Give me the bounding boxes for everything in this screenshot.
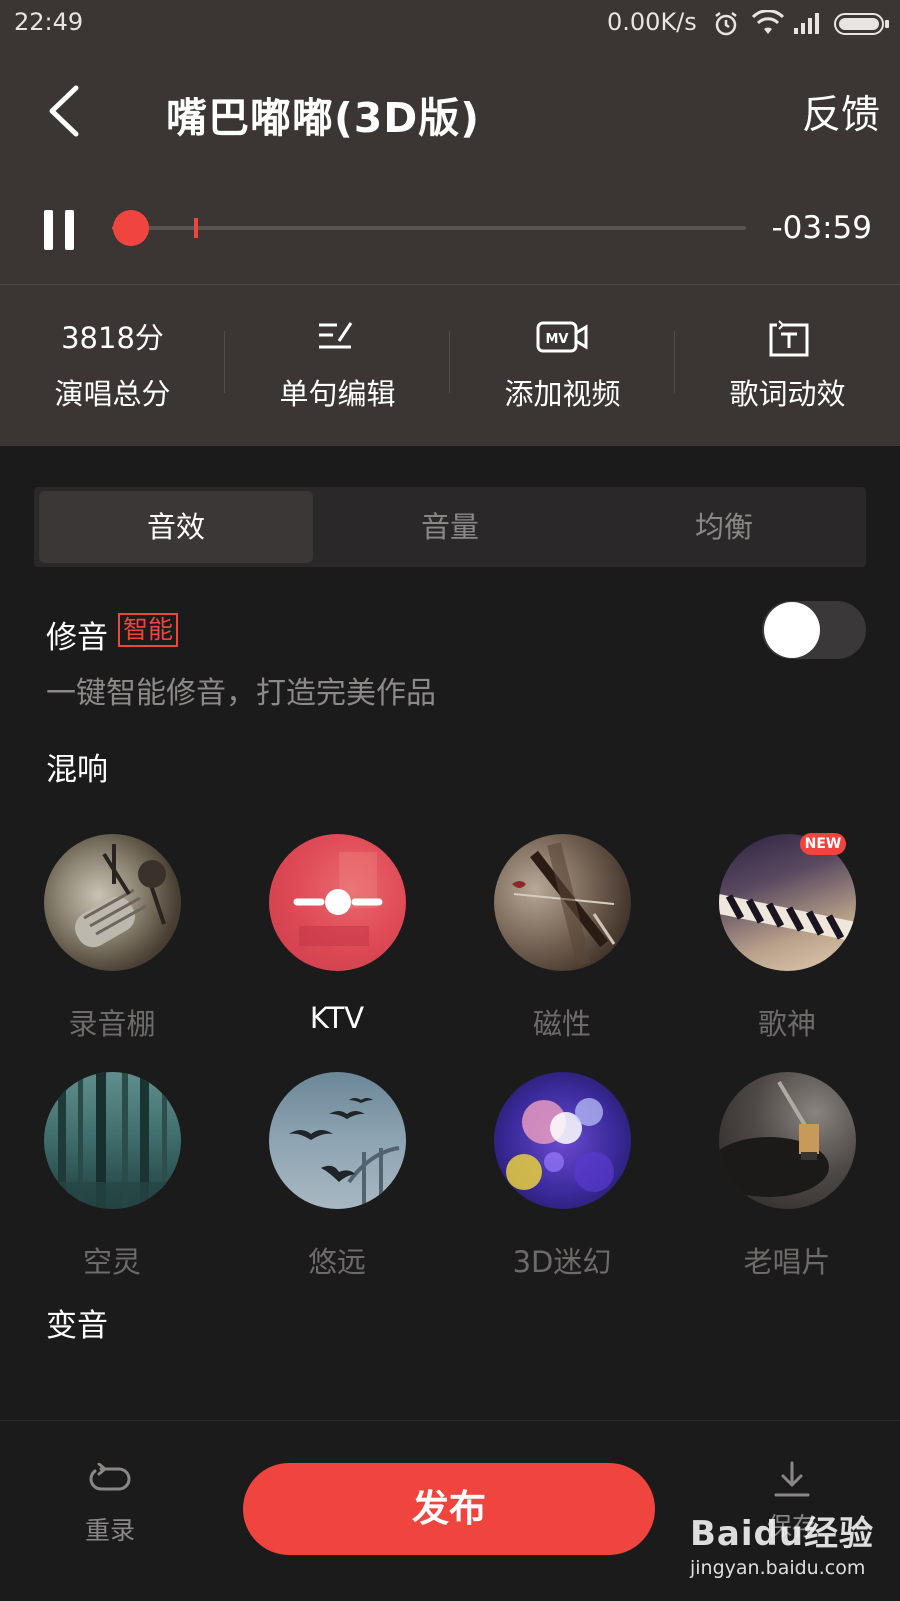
total-score: 3818分 演唱总分 (0, 285, 225, 446)
effect-old-record[interactable]: 老唱片 (697, 1072, 877, 1281)
add-video-button[interactable]: MV 添加视频 (450, 285, 675, 446)
song-title: 嘴巴嘟嘟(3D版) (166, 94, 481, 142)
toggle-knob (764, 602, 820, 658)
feedback-button[interactable]: 反馈 (802, 84, 880, 140)
effect-label: 录音棚 (68, 1007, 156, 1041)
effect-magnetic[interactable]: 磁性 (472, 834, 652, 1043)
rerecord-button[interactable]: 重录 (70, 1462, 150, 1547)
pitch-fix-description: 一键智能修音，打造完美作品 (46, 676, 436, 711)
battery-icon (834, 12, 890, 40)
forest-image (43, 1072, 181, 1209)
publish-button[interactable]: 发布 (243, 1463, 655, 1555)
download-icon (774, 1461, 810, 1497)
reverb-section-title: 混响 (46, 752, 108, 788)
add-video-label: 添加视频 (504, 377, 621, 411)
progress-track[interactable] (112, 226, 746, 230)
voice-change-section-title: 变音 (46, 1308, 108, 1344)
effect-label: 磁性 (532, 1007, 591, 1041)
effect-tabs: 音效 音量 均衡 (34, 487, 866, 567)
tab-volume[interactable]: 音量 (313, 491, 587, 563)
rerecord-icon (89, 1462, 131, 1491)
effect-label: 老唱片 (743, 1245, 831, 1279)
remaining-time: -03:59 (771, 210, 872, 246)
mv-camera-icon: MV (536, 321, 588, 353)
rerecord-label: 重录 (84, 1516, 135, 1545)
pitch-fix-label: 修音 (46, 620, 108, 656)
effect-label: 空灵 (82, 1245, 141, 1279)
effect-3d-psychedelic[interactable]: 3D迷幻 (472, 1072, 652, 1281)
network-speed: 0.00K/s (607, 8, 697, 36)
studio-mic-image (43, 834, 181, 971)
effect-distant[interactable]: 悠远 (247, 1072, 427, 1281)
playback-bar: -03:59 (0, 186, 900, 276)
effect-ktv[interactable]: KTV (247, 834, 427, 1035)
lyric-effect-label: 歌词动效 (729, 377, 846, 411)
effect-label: 歌神 (757, 1007, 816, 1041)
tools-row: 3818分 演唱总分 单句编辑 MV 添加视频 歌词动效 (0, 285, 900, 446)
score-value: 3818分 (61, 321, 164, 355)
ktv-selected-image (268, 834, 406, 971)
smart-badge: 智能 (118, 613, 179, 647)
edit-lines-icon (319, 322, 353, 349)
pause-icon (44, 210, 53, 250)
violin-image (493, 834, 631, 971)
tab-equalizer[interactable]: 均衡 (587, 491, 861, 563)
tab-sound-effect[interactable]: 音效 (39, 491, 313, 563)
effect-label: 悠远 (307, 1245, 366, 1279)
progress-marker (194, 218, 198, 238)
effect-singer-god[interactable]: 歌神 (697, 834, 877, 1043)
bokeh-image (493, 1072, 631, 1209)
status-bar: 22:49 0.00K/s (0, 0, 900, 48)
birds-bridge-image (268, 1072, 406, 1209)
line-edit-button[interactable]: 单句编辑 (225, 285, 450, 446)
effect-label: KTV (309, 1001, 365, 1035)
alarm-icon (712, 10, 740, 42)
effect-studio[interactable]: 录音棚 (22, 834, 202, 1043)
turntable-image (718, 1072, 856, 1209)
back-arrow-icon (49, 85, 79, 137)
lyric-effect-button[interactable]: 歌词动效 (675, 285, 900, 446)
back-button[interactable] (40, 80, 90, 142)
wifi-icon (751, 9, 785, 40)
score-label: 演唱总分 (54, 377, 171, 411)
title-bar: 嘴巴嘟嘟(3D版) 反馈 (0, 56, 900, 166)
status-time: 22:49 (14, 8, 84, 36)
lyric-effect-icon (769, 320, 809, 357)
pause-button[interactable] (44, 210, 74, 250)
watermark-url: jingyan.baidu.com (690, 1557, 866, 1579)
baidu-watermark: Baidu经验 jingyan.baidu.com (690, 1506, 874, 1579)
svg-text:MV: MV (546, 332, 569, 347)
line-edit-label: 单句编辑 (279, 377, 396, 411)
progress-thumb[interactable] (113, 210, 150, 246)
effect-label: 3D迷幻 (512, 1245, 612, 1279)
signal-icon (792, 10, 822, 40)
effect-ethereal[interactable]: 空灵 (22, 1072, 202, 1281)
watermark-brand: Baidu经验 (690, 1514, 875, 1554)
new-badge: NEW (800, 833, 846, 855)
pitch-fix-toggle[interactable] (762, 601, 866, 659)
